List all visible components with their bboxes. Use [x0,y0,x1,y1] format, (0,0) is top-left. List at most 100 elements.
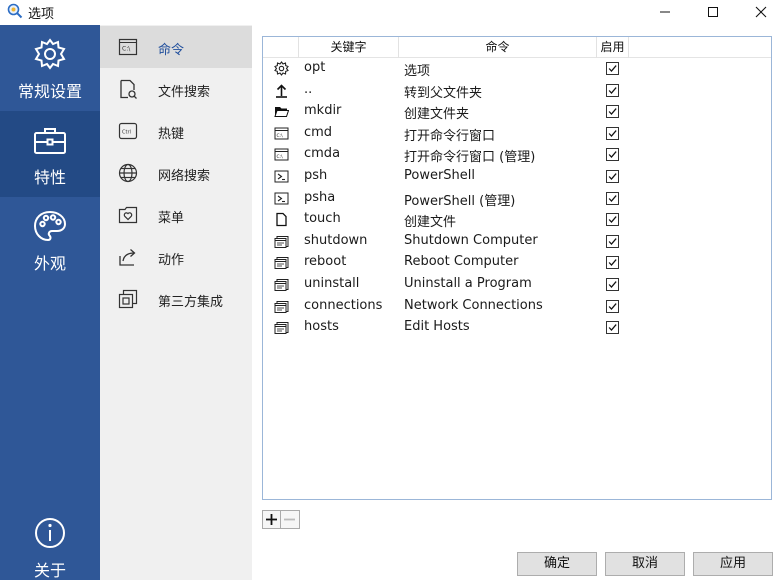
enabled-checkbox[interactable] [606,213,619,227]
subnav-item-label: 命令 [158,43,185,58]
svg-text:Ctrl: Ctrl [122,130,131,136]
close-button[interactable] [738,0,780,24]
command-cell: PowerShell [404,168,476,183]
table-row[interactable]: psh PowerShell [263,166,771,188]
table-header: 关键字 命令 启用 [263,37,771,58]
system-window-icon [274,257,289,270]
cancel-button[interactable]: 取消 [605,552,685,576]
enabled-checkbox[interactable] [606,148,619,162]
rail-item-label: 常规设置 [17,82,82,101]
toolbox-icon [34,128,66,154]
keyword-cell: cmd [304,124,333,140]
rail-item-label: 特性 [33,168,66,187]
table-row[interactable]: C:\ cmd 打开命令行窗口 [263,123,771,145]
subnav-item-label: 菜单 [158,211,185,226]
rail-item-appearance[interactable]: 外观 [0,197,100,283]
command-column-header[interactable]: 命令 [399,37,597,58]
table-row[interactable]: mkdir 创建文件夹 [263,101,771,123]
enabled-checkbox[interactable] [606,170,619,183]
add-command-button[interactable] [262,510,281,529]
table-row[interactable]: .. 转到父文件夹 [263,80,771,102]
maximize-button[interactable] [690,0,736,24]
file-icon [276,213,287,227]
console-icon: C:\ [118,38,138,56]
subnav-item-label: 第三方集成 [158,295,224,310]
minus-icon [284,518,295,521]
share-arrow-icon [119,249,136,266]
minimize-icon [660,11,670,13]
subnav-item-commands[interactable]: C:\ 命令 [100,26,252,68]
subnav-item-web-search[interactable]: 网络搜索 [100,152,252,194]
enabled-checkbox[interactable] [606,299,619,313]
subnav-item-file-search[interactable]: 文件搜索 [100,68,252,110]
table-row[interactable]: C:\ cmda 打开命令行窗口 (管理) [263,144,771,166]
commands-table: 关键字 命令 启用 opt 选项 .. 转到父文件夹 mkdir 创建文件夹 C… [262,36,772,500]
system-window-icon [274,300,289,313]
rail-item-about[interactable]: 关于 [0,504,100,580]
icon-column-header [263,37,299,58]
keyword-cell: psh [304,168,328,183]
keyword-cell: .. [304,81,313,97]
keyword-cell: mkdir [304,103,342,119]
command-cell: Uninstall a Program [404,276,532,291]
subnav-item-hotkeys[interactable]: Ctrl 热键 [100,110,252,152]
ok-button[interactable]: 确定 [517,552,597,576]
command-cell: 创建文件 [404,215,457,231]
keyword-column-header[interactable]: 关键字 [299,37,399,58]
apply-button[interactable]: 应用 [693,552,773,576]
info-icon [35,518,65,548]
enabled-checkbox[interactable] [606,321,619,335]
gear-icon [34,38,66,70]
plugin-window-icon [118,289,138,309]
maximize-icon [708,7,718,17]
remove-command-button[interactable] [281,510,300,529]
ctrl-key-icon: Ctrl [118,122,138,140]
enabled-checkbox[interactable] [606,62,619,75]
enabled-checkbox[interactable] [606,278,619,291]
window-title: 选项 [28,7,55,22]
table-row[interactable]: opt 选项 [263,58,771,80]
svg-text:C:\: C:\ [277,133,284,139]
table-row[interactable]: shutdown Shutdown Computer [263,231,771,253]
subnav-item-label: 文件搜索 [158,85,211,100]
folder-icon [274,107,289,118]
powershell-icon [274,170,289,183]
system-window-icon [274,322,289,335]
subnav-item-actions[interactable]: 动作 [100,236,252,278]
enabled-checkbox[interactable] [606,105,619,119]
table-row[interactable]: reboot Reboot Computer [263,252,771,274]
table-row[interactable]: uninstall Uninstall a Program [263,274,771,296]
subnav-item-label: 网络搜索 [158,169,211,184]
menu-heart-icon [118,206,138,224]
enabled-checkbox[interactable] [606,83,619,97]
keyword-cell: shutdown [304,232,368,248]
enabled-checkbox[interactable] [606,256,619,270]
table-row[interactable]: hosts Edit Hosts [263,317,771,339]
upload-arrow-icon [276,83,287,98]
palette-icon [33,210,67,242]
table-row[interactable]: connections Network Connections [263,296,771,318]
file-search-icon [120,79,137,99]
enabled-checkbox[interactable] [606,126,619,140]
enabled-checkbox[interactable] [606,191,619,205]
subnav-item-label: 动作 [158,253,185,268]
subnav-item-third-party[interactable]: 第三方集成 [100,278,252,320]
enabled-checkbox[interactable] [606,234,619,248]
svg-text:C:\: C:\ [277,154,284,160]
rail-item-label: 关于 [33,561,66,580]
command-cell: 创建文件夹 [404,107,470,123]
main-category-rail: 常规设置 特性 外观 关于 [0,25,100,580]
enabled-column-header[interactable]: 启用 [597,37,629,58]
keyword-cell: reboot [304,254,347,270]
rail-item-features[interactable]: 特性 [0,111,100,197]
command-cell: PowerShell (管理) [404,193,516,209]
system-window-icon [274,235,289,248]
table-row[interactable]: psha PowerShell (管理) [263,188,771,210]
command-cell: Reboot Computer [404,254,519,270]
minimize-button[interactable] [642,0,688,24]
subnav-item-menu[interactable]: 菜单 [100,194,252,236]
command-cell: 选项 [404,64,431,79]
table-row[interactable]: touch 创建文件 [263,209,771,231]
keyword-cell: cmda [304,146,341,162]
rail-item-general[interactable]: 常规设置 [0,25,100,111]
